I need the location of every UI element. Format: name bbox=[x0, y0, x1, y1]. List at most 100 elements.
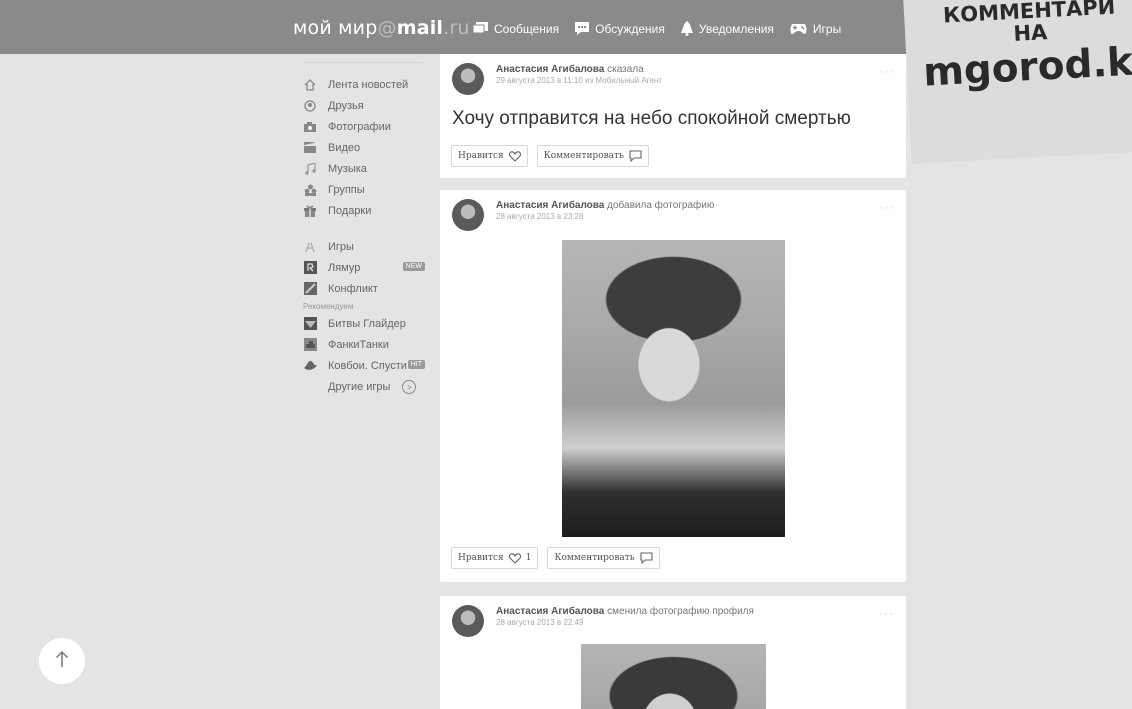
post-action: сказала bbox=[604, 64, 644, 75]
sidebar-item-label: ФанкиТанки bbox=[328, 338, 389, 351]
sidebar-item-photos[interactable]: Фотографии bbox=[303, 116, 428, 137]
sidebar-item-games[interactable]: Игры bbox=[303, 236, 428, 257]
sidebar-item-video[interactable]: Видео bbox=[303, 137, 428, 158]
more-games-link[interactable]: Другие игры > bbox=[303, 376, 428, 398]
nav-discussions[interactable]: Обсуждения bbox=[575, 21, 665, 36]
more-options-icon[interactable]: ··· bbox=[879, 606, 894, 620]
brand-moi: мой мир bbox=[293, 17, 378, 39]
post-header: Анастасия Агибалова сменила фотографию п… bbox=[452, 605, 754, 637]
post-actions: Нравится 1 Комментировать bbox=[451, 547, 660, 569]
site-logo[interactable]: мой мир@mail.ru bbox=[293, 17, 470, 39]
feed-post: Анастасия Агибалова сказала 29 августа 2… bbox=[440, 54, 906, 178]
nav-messages[interactable]: Сообщения bbox=[473, 21, 559, 36]
heart-icon bbox=[508, 150, 521, 162]
sidebar-item-gifts[interactable]: Подарки bbox=[303, 200, 428, 221]
sidebar-item-label: Лента новостей bbox=[328, 78, 409, 91]
sidebar-item-label: Группы bbox=[328, 183, 365, 196]
nav-games-label: Игры bbox=[812, 21, 842, 36]
post-actions: Нравится Комментировать bbox=[451, 145, 649, 167]
sidebar-item-label: Музыка bbox=[328, 162, 367, 175]
more-options-icon[interactable]: ··· bbox=[879, 200, 894, 214]
new-badge: NEW bbox=[402, 262, 425, 271]
scroll-to-top-button[interactable] bbox=[39, 638, 85, 684]
arrow-up-icon bbox=[55, 650, 69, 673]
like-count: 1 bbox=[525, 553, 532, 563]
sidebar-item-groups[interactable]: Группы bbox=[303, 179, 428, 200]
avatar[interactable] bbox=[452, 63, 484, 95]
post-action: добавила фотографию bbox=[604, 200, 715, 211]
sidebar-item-glider[interactable]: Битвы Глайдер bbox=[303, 313, 428, 334]
friends-icon bbox=[303, 99, 317, 113]
sidebar-item-label: Подарки bbox=[328, 204, 372, 217]
like-button[interactable]: Нравится 1 bbox=[451, 547, 539, 569]
sidebar-item-cowboys[interactable]: Ковбои. Спусти HIT bbox=[303, 355, 428, 376]
messages-icon bbox=[473, 22, 488, 35]
comment-label: Комментировать bbox=[554, 553, 635, 563]
post-text: Хочу отправится на небо спокойной смерть… bbox=[452, 108, 851, 129]
sidebar-item-label: Друзья bbox=[328, 99, 364, 112]
post-timestamp: 28 августа 2013 в 23:28 bbox=[496, 212, 584, 221]
bell-icon bbox=[680, 21, 693, 36]
post-author[interactable]: Анастасия Агибалова bbox=[496, 606, 604, 617]
top-nav: Сообщения Обсуждения Уведомления Игры bbox=[473, 21, 841, 36]
sidebar-divider bbox=[303, 62, 423, 63]
sidebar-item-lyamur[interactable]: Лямур NEW bbox=[303, 257, 428, 278]
avatar[interactable] bbox=[452, 605, 484, 637]
sidebar-item-label: Битвы Глайдер bbox=[328, 317, 406, 330]
post-header: Анастасия Агибалова сказала 29 августа 2… bbox=[452, 63, 662, 95]
brand-at: @ bbox=[377, 17, 397, 39]
like-label: Нравится bbox=[458, 151, 504, 161]
like-button[interactable]: Нравится bbox=[451, 145, 528, 167]
avatar[interactable] bbox=[452, 199, 484, 231]
nav-discussions-label: Обсуждения bbox=[595, 21, 665, 36]
sidebar-item-conflict[interactable]: Конфликт bbox=[303, 278, 428, 299]
chevron-right-icon: > bbox=[402, 380, 417, 394]
post-photo[interactable] bbox=[562, 240, 785, 537]
video-icon bbox=[303, 141, 317, 155]
nav-messages-label: Сообщения bbox=[494, 21, 560, 36]
sidebar: Лента новостей Друзья Фотографии Видео М… bbox=[303, 62, 428, 398]
tanks-icon bbox=[303, 338, 317, 352]
sidebar-item-label: Видео bbox=[328, 141, 361, 154]
more-options-icon[interactable]: ··· bbox=[879, 64, 894, 78]
feed-post: Анастасия Агибалова добавила фотографию … bbox=[440, 190, 906, 582]
comment-label: Комментировать bbox=[543, 151, 624, 161]
music-icon bbox=[303, 162, 317, 176]
post-author[interactable]: Анастасия Агибалова bbox=[496, 200, 604, 211]
gift-icon bbox=[303, 204, 317, 218]
nav-notifications-label: Уведомления bbox=[698, 21, 774, 36]
heart-icon bbox=[508, 552, 521, 564]
comment-button[interactable]: Комментировать bbox=[547, 547, 660, 569]
comment-icon bbox=[629, 150, 642, 162]
post-header: Анастасия Агибалова добавила фотографию … bbox=[452, 199, 714, 231]
cowboy-icon bbox=[303, 359, 317, 373]
sidebar-item-friends[interactable]: Друзья bbox=[303, 95, 428, 116]
sidebar-item-label: Ковбои. Спусти bbox=[328, 359, 407, 372]
brand-mail: mail bbox=[396, 17, 444, 39]
sidebar-item-label: Фотографии bbox=[328, 120, 391, 133]
lyamur-icon bbox=[303, 261, 317, 275]
post-timestamp: 29 августа 2013 в 11:10 из Мобильный Аге… bbox=[496, 76, 662, 85]
post-author[interactable]: Анастасия Агибалова bbox=[496, 64, 604, 75]
sidebar-item-label: Игры bbox=[328, 240, 354, 253]
corner-banner-text: КОММЕНТАРИ НА mgorod.k bbox=[914, 0, 1132, 97]
post-timestamp: 28 августа 2013 в 22:49 bbox=[496, 618, 584, 627]
glider-icon bbox=[303, 317, 317, 331]
sidebar-item-label: Лямур bbox=[328, 261, 361, 274]
more-games-label: Другие игры bbox=[328, 381, 391, 393]
nav-games[interactable]: Игры bbox=[790, 21, 841, 36]
hit-badge: HIT bbox=[407, 360, 425, 369]
post-photo[interactable] bbox=[581, 644, 766, 709]
brand-ru: .ru bbox=[443, 17, 470, 39]
post-action: сменила фотографию профиля bbox=[604, 606, 754, 617]
sidebar-item-label: Конфликт bbox=[328, 282, 378, 295]
sidebar-item-tanks[interactable]: ФанкиТанки bbox=[303, 334, 428, 355]
recommended-heading: Рекомендуем bbox=[303, 301, 354, 311]
games-icon bbox=[303, 240, 317, 254]
discussions-icon bbox=[575, 22, 590, 35]
sidebar-item-news[interactable]: Лента новостей bbox=[303, 74, 428, 95]
comment-button[interactable]: Комментировать bbox=[536, 145, 649, 167]
nav-notifications[interactable]: Уведомления bbox=[680, 21, 774, 36]
sidebar-item-music[interactable]: Музыка bbox=[303, 158, 428, 179]
news-icon bbox=[303, 78, 317, 92]
